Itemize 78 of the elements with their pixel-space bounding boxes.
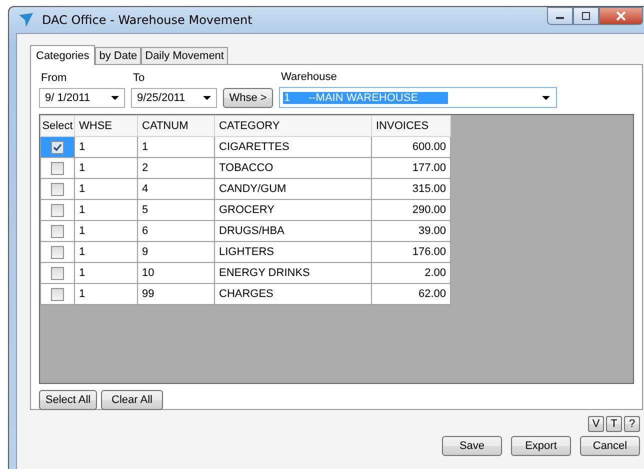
table-cell: GROCERY [214,200,372,220]
tab[interactable]: by Date [95,47,142,64]
maximize-button[interactable] [573,7,599,25]
table-cell: ENERGY DRINKS [214,262,372,284]
checkbox[interactable] [51,266,64,280]
table-cell: DRUGS/HBA [214,220,372,242]
select-cell[interactable] [40,220,74,242]
warehouse-label: Warehouse [280,71,338,85]
small-button[interactable]: ? [624,416,640,432]
clear-all-button[interactable]: Clear All [101,390,163,410]
small-button[interactable]: V [588,416,604,432]
table-cell: 177.00 [372,158,450,178]
table-cell: CIGARETTES [214,136,372,158]
checkbox[interactable] [51,182,64,196]
maximize-icon [581,12,591,20]
action-button[interactable]: Export [511,436,571,456]
small-button[interactable]: T [606,416,622,432]
table-cell: 176.00 [372,242,450,262]
table-cell: 2.00 [372,262,450,284]
column-header[interactable]: CATEGORY [214,116,372,136]
table-cell: 2 [138,158,214,178]
minimize-button[interactable] [547,7,573,25]
checkmark-icon [53,142,62,152]
table-cell: 1 [74,178,138,200]
table-cell: 5 [138,200,214,220]
to-label: To [132,72,146,86]
table-cell: 1 [138,136,214,158]
checkbox[interactable] [51,162,64,174]
action-button[interactable]: Save [442,436,502,456]
checkbox[interactable] [51,288,64,300]
app-logo-icon [18,12,34,28]
column-header[interactable]: INVOICES [372,116,450,136]
column-header[interactable]: WHSE [74,116,138,136]
table-cell: CANDY/GUM [214,178,372,200]
table-cell: 9 [138,242,214,262]
table-cell: TOBACCO [214,158,372,178]
table-cell: 1 [74,200,138,220]
table-cell: 1 [74,220,138,242]
table-cell: 10 [138,262,214,284]
from-date-picker[interactable]: 9/ 1/2011 [39,88,125,108]
table-cell: 1 [74,136,138,158]
table-cell: LIGHTERS [214,242,372,262]
warehouse-button[interactable]: Whse > [223,88,273,108]
table-cell: 62.00 [372,284,450,304]
table-cell: 1 [74,158,138,178]
close-icon [615,11,627,21]
table-cell: 1 [74,242,138,262]
checkbox[interactable] [51,204,64,216]
checkbox[interactable] [51,246,64,258]
table-cell: 39.00 [372,220,450,242]
checkbox[interactable] [51,224,64,238]
table-cell: 1 [74,262,138,284]
table-cell: 6 [138,220,214,242]
to-date-picker[interactable]: 9/25/2011 [131,88,217,108]
table-cell: 600.00 [372,136,450,158]
select-cell[interactable] [40,262,74,284]
window-title: DAC Office - Warehouse Movement [42,13,252,27]
table-cell: 99 [138,284,214,304]
checkbox[interactable] [51,140,64,154]
select-cell[interactable] [40,178,74,200]
table-cell: 315.00 [372,178,450,200]
table-cell: 1 [74,284,138,304]
select-cell[interactable] [40,200,74,220]
select-cell[interactable] [40,158,74,178]
select-cell[interactable] [40,136,74,158]
table-cell: CHARGES [214,284,372,304]
tab[interactable]: Daily Movement [141,47,228,64]
tab[interactable]: Categories [30,45,96,65]
from-label: From [40,72,68,86]
column-header[interactable]: Select [40,116,74,136]
action-button[interactable]: Cancel [580,436,640,456]
select-all-button[interactable]: Select All [39,390,97,410]
close-button[interactable] [599,7,643,25]
table-cell: 290.00 [372,200,450,220]
select-cell[interactable] [40,242,74,262]
select-cell[interactable] [40,284,74,304]
table-cell: 4 [138,178,214,200]
column-header[interactable]: CATNUM [138,116,214,136]
